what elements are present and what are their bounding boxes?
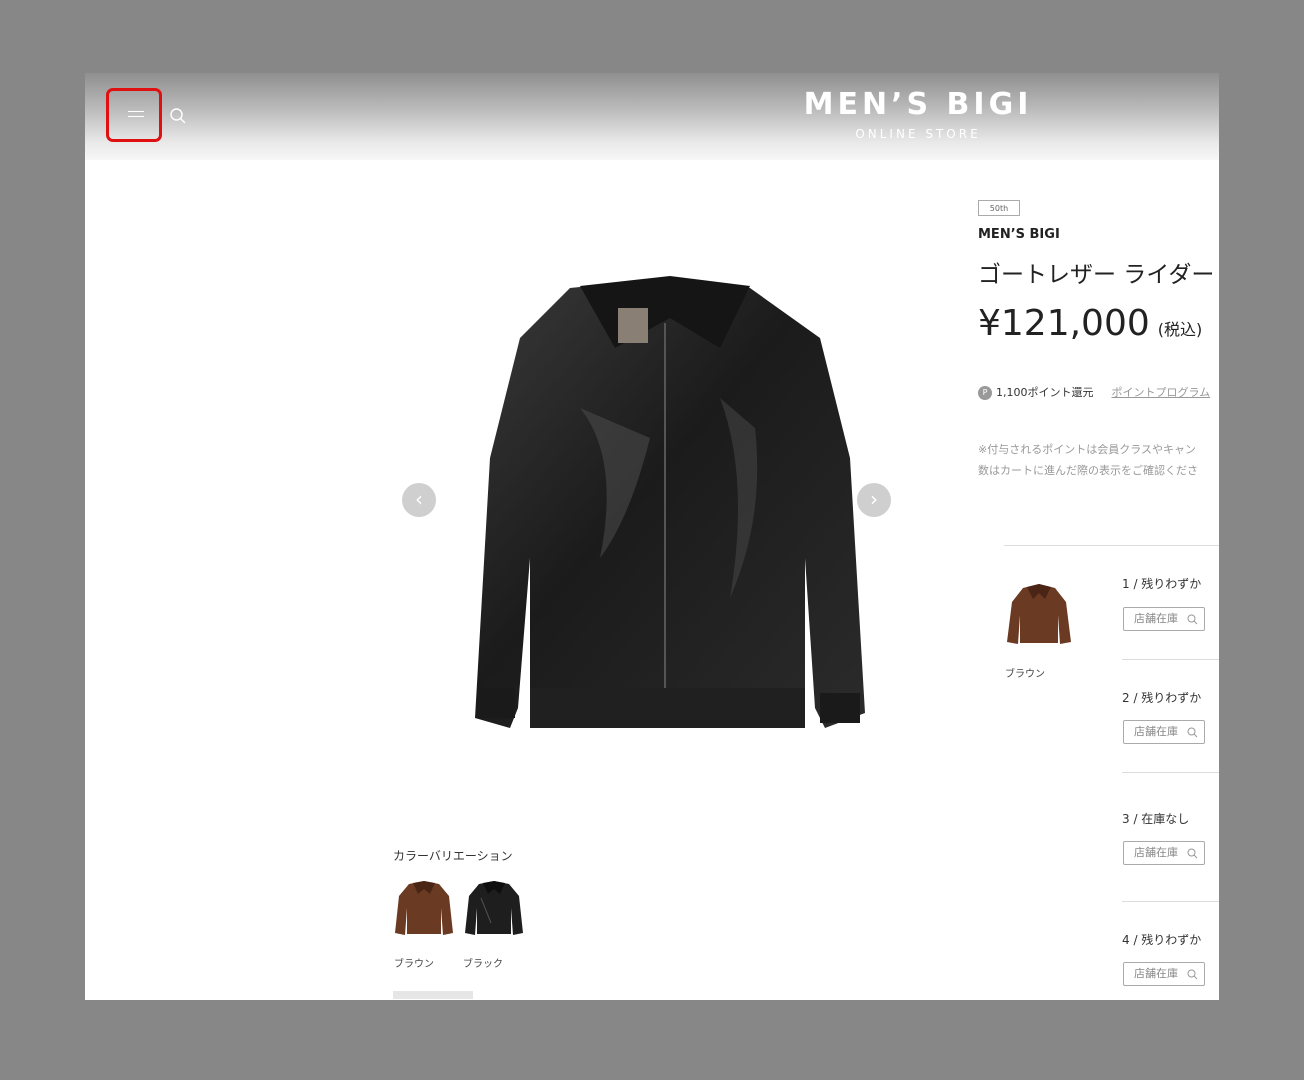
points-program-link[interactable]: ポイントプログラム xyxy=(1112,386,1211,399)
divider xyxy=(1122,772,1219,773)
color-swatch-brown[interactable] xyxy=(393,878,455,938)
size-1-label: 1 / 残りわずか xyxy=(1122,577,1202,591)
size-color-label: ブラウン xyxy=(1005,669,1045,680)
store-stock-button-4[interactable]: 店舗在庫 xyxy=(1123,962,1205,986)
points-note-line-2: 数はカートに進んだ際の表示をご確認くださ xyxy=(978,464,1198,477)
size-4-label: 4 / 残りわずか xyxy=(1122,933,1202,947)
gallery-next-button[interactable]: › xyxy=(857,483,891,517)
search-icon xyxy=(1187,848,1198,859)
store-logo[interactable]: MEN’S BIGI xyxy=(783,87,1053,122)
product-title: ゴートレザー ライダー xyxy=(978,262,1215,288)
points-row: P 1,100ポイント還元 ポイントプログラム xyxy=(978,384,1210,400)
divider xyxy=(1004,545,1219,546)
search-icon xyxy=(1187,969,1198,980)
color-swatch-black-label: ブラック xyxy=(463,959,503,970)
store-stock-button-3[interactable]: 店舗在庫 xyxy=(1123,841,1205,865)
color-swatch-black[interactable] xyxy=(463,878,525,938)
size-3-label: 3 / 在庫なし xyxy=(1122,812,1190,826)
size-color-thumbnail xyxy=(1007,584,1071,644)
brand-name[interactable]: MEN’S BIGI xyxy=(978,227,1060,242)
color-variation-label: カラーバリエーション xyxy=(393,849,513,863)
cut-off-section-heading xyxy=(393,991,473,999)
store-stock-button-label: 店舗在庫 xyxy=(1134,612,1178,625)
product-image xyxy=(475,276,865,728)
search-icon[interactable] xyxy=(169,107,187,125)
site-header: MEN’S BIGI ONLINE STORE xyxy=(85,73,1219,160)
gallery-prev-button[interactable]: ‹ xyxy=(402,483,436,517)
points-note: ※付与されるポイントは会員クラスやキャン 数はカートに進んだ際の表示をご確認くだ… xyxy=(978,439,1198,481)
points-text: 1,100ポイント還元 xyxy=(996,386,1094,399)
page-frame: MEN’S BIGI ONLINE STORE ‹ › カラーバリエーション ブ… xyxy=(85,73,1219,1000)
product-price: ¥121,000 xyxy=(978,303,1150,344)
tax-label: (税込) xyxy=(1157,320,1203,339)
store-stock-button-2[interactable]: 店舗在庫 xyxy=(1123,720,1205,744)
points-note-line-1: ※付与されるポイントは会員クラスやキャン xyxy=(978,443,1196,456)
hamburger-menu-icon[interactable] xyxy=(128,111,144,123)
size-2-label: 2 / 残りわずか xyxy=(1122,691,1202,705)
divider xyxy=(1122,901,1219,902)
search-icon xyxy=(1187,614,1198,625)
store-logo-subtitle: ONLINE STORE xyxy=(855,127,981,141)
points-icon: P xyxy=(978,386,992,400)
store-stock-button-label: 店舗在庫 xyxy=(1134,846,1178,859)
product-price-row: ¥121,000 (税込) xyxy=(978,303,1202,344)
divider xyxy=(1122,659,1219,660)
color-swatch-brown-label: ブラウン xyxy=(394,959,434,970)
search-icon xyxy=(1187,727,1198,738)
store-stock-button-label: 店舗在庫 xyxy=(1134,725,1178,738)
anniversary-badge: 50th xyxy=(978,200,1020,216)
store-stock-button-1[interactable]: 店舗在庫 xyxy=(1123,607,1205,631)
store-stock-button-label: 店舗在庫 xyxy=(1134,967,1178,980)
